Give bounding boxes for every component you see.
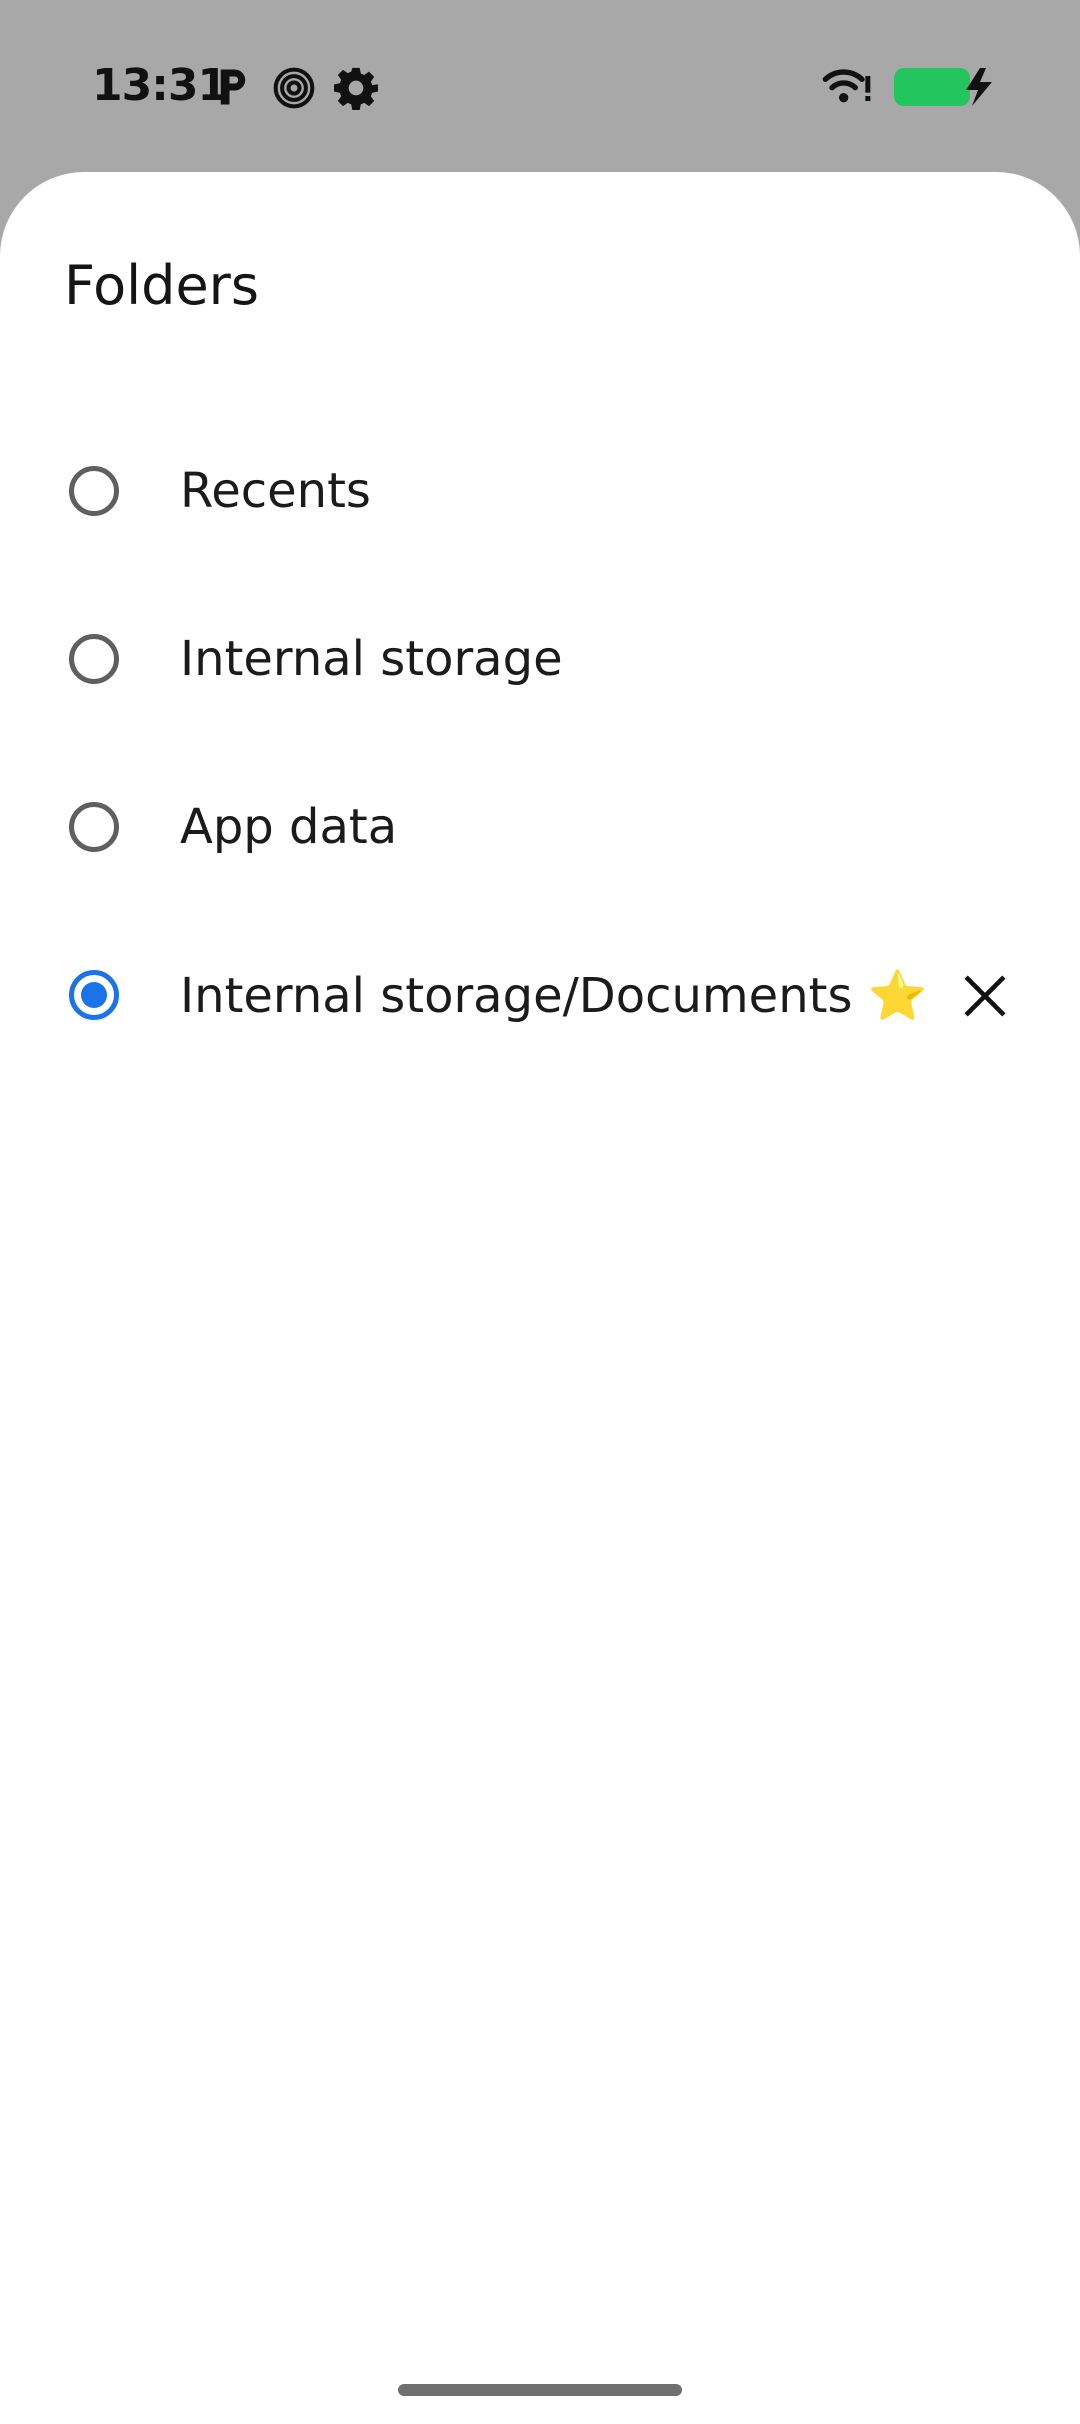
wifi-icon	[822, 66, 872, 106]
folders-bottom-sheet: Folders Recents Internal storage App dat…	[0, 172, 1080, 2424]
radio-button[interactable]	[69, 466, 119, 516]
spiral-icon	[272, 66, 316, 110]
radio-button-selected[interactable]	[69, 970, 119, 1020]
home-indicator[interactable]	[398, 2384, 682, 2396]
radio-dot	[81, 982, 107, 1008]
folder-item-documents[interactable]: Internal storage/Documents ⭐	[0, 911, 1080, 1079]
parking-icon	[212, 66, 254, 108]
folder-item-label: Internal storage/Documents ⭐	[180, 968, 928, 1024]
sheet-title: Folders	[64, 254, 260, 317]
folder-item-internal-storage[interactable]: Internal storage	[0, 575, 1080, 743]
folder-item-app-data[interactable]: App data	[0, 743, 1080, 911]
battery-charging-icon	[894, 66, 994, 108]
radio-button[interactable]	[69, 634, 119, 684]
status-bar: 13:31	[0, 0, 1080, 172]
radio-button[interactable]	[69, 802, 119, 852]
folder-list: Recents Internal storage App data Intern…	[0, 407, 1080, 1079]
folder-item-label: Recents	[180, 463, 371, 519]
status-time: 13:31	[92, 60, 228, 111]
folder-item-label: Internal storage	[180, 631, 563, 687]
gear-icon	[334, 66, 378, 110]
folder-item-label: App data	[180, 799, 398, 855]
close-icon	[964, 975, 1006, 1017]
remove-folder-button[interactable]	[962, 973, 1008, 1019]
folder-item-recents[interactable]: Recents	[0, 407, 1080, 575]
